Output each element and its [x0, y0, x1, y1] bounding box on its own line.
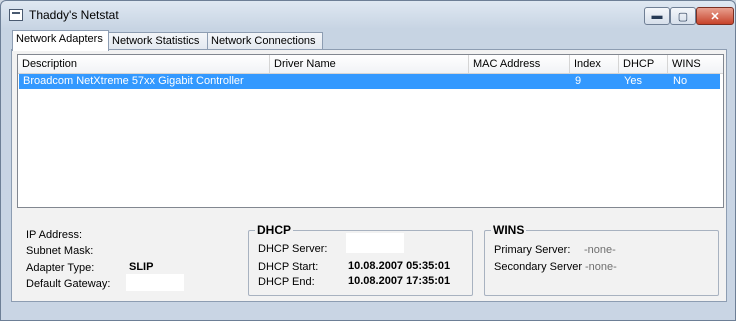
- dhcp-server-value: [346, 233, 404, 253]
- tab-network-connections[interactable]: Network Connections: [207, 32, 323, 50]
- tab-network-adapters[interactable]: Network Adapters: [12, 30, 109, 51]
- table-row[interactable]: Broadcom NetXtreme 57xx Gigabit Controll…: [19, 74, 720, 89]
- adapters-table[interactable]: Description Driver Name MAC Address Inde…: [17, 54, 724, 208]
- dhcp-server-label: DHCP Server:: [258, 243, 328, 255]
- cell-dhcp: Yes: [624, 75, 642, 87]
- maximize-icon: ▢: [677, 10, 689, 23]
- primary-server-value: -none-: [584, 244, 616, 256]
- default-gateway-label: Default Gateway:: [26, 278, 111, 290]
- cell-description: Broadcom NetXtreme 57xx Gigabit Controll…: [23, 75, 244, 87]
- column-header-index[interactable]: Index: [570, 55, 619, 73]
- wins-group: WINS Primary Server: -none- Secondary Se…: [484, 223, 719, 296]
- column-header-wins[interactable]: WINS: [668, 55, 722, 73]
- subnet-mask-label: Subnet Mask:: [26, 245, 94, 257]
- default-gateway-value: [126, 274, 184, 291]
- cell-index: 9: [575, 75, 582, 87]
- secondary-server-label: Secondary Server: [494, 261, 583, 273]
- title-bar: Thaddy's Netstat ▬ ▢ ✕: [1, 1, 735, 29]
- column-header-dhcp[interactable]: DHCP: [619, 55, 668, 73]
- close-button[interactable]: ✕: [696, 7, 734, 25]
- app-icon: [9, 9, 23, 21]
- dhcp-group: DHCP DHCP Server: DHCP Start: 10.08.2007…: [248, 223, 473, 296]
- close-icon: ✕: [710, 10, 720, 23]
- secondary-server-value: -none-: [585, 261, 617, 273]
- primary-server-label: Primary Server:: [494, 244, 571, 256]
- maximize-button[interactable]: ▢: [670, 7, 696, 25]
- adapter-type-label: Adapter Type:: [26, 262, 95, 274]
- column-header-driver-name[interactable]: Driver Name: [270, 55, 469, 73]
- dhcp-start-value: 10.08.2007 05:35:01: [348, 260, 451, 272]
- minimize-button[interactable]: ▬: [644, 7, 670, 25]
- column-header-mac-address[interactable]: MAC Address: [469, 55, 570, 73]
- window-title: Thaddy's Netstat: [29, 8, 119, 22]
- dhcp-start-label: DHCP Start:: [258, 261, 319, 273]
- dhcp-end-value: 10.08.2007 17:35:01: [348, 275, 451, 287]
- ip-address-label: IP Address:: [26, 229, 83, 241]
- tab-network-statistics[interactable]: Network Statistics: [108, 32, 211, 50]
- app-window: Thaddy's Netstat ▬ ▢ ✕ Network Adapters …: [0, 0, 736, 321]
- cell-wins: No: [673, 75, 688, 87]
- adapter-type-value: SLIP: [129, 261, 154, 273]
- dhcp-end-label: DHCP End:: [258, 276, 315, 288]
- tab-panel: Description Driver Name MAC Address Inde…: [11, 49, 727, 302]
- wins-group-title: WINS: [491, 223, 527, 237]
- dhcp-group-title: DHCP: [255, 223, 294, 237]
- minimize-icon: ▬: [651, 10, 663, 22]
- table-header: Description Driver Name MAC Address Inde…: [18, 55, 723, 74]
- column-header-description[interactable]: Description: [18, 55, 270, 73]
